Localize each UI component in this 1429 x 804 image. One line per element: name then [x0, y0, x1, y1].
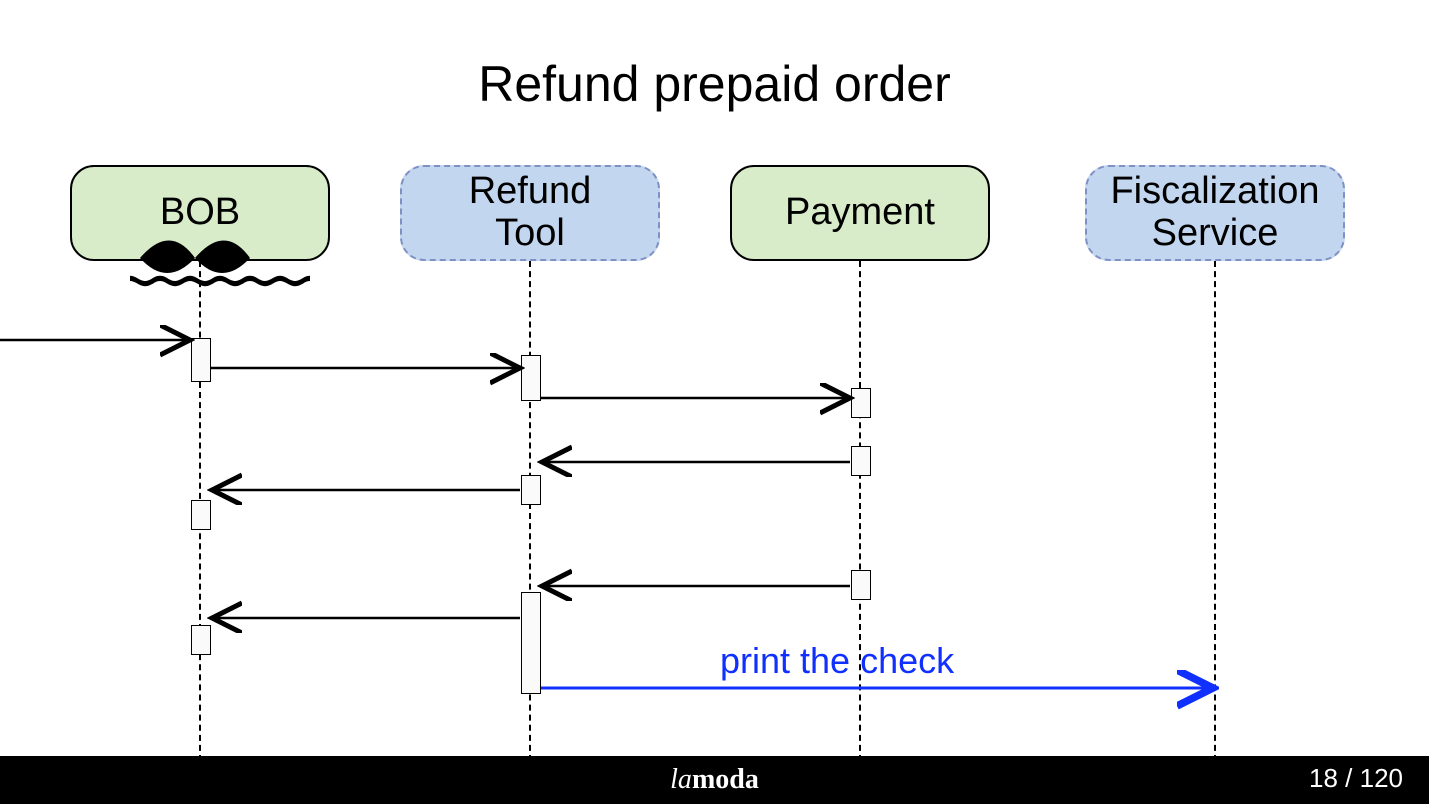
participant-refund-tool-label: Refund Tool: [469, 171, 592, 255]
slide-title: Refund prepaid order: [0, 55, 1429, 113]
brand-logo: lamoda: [670, 764, 759, 796]
participant-fiscalization: Fiscalization Service: [1085, 165, 1345, 261]
activation-bob-3: [191, 625, 211, 655]
activation-refund-3: [521, 592, 541, 694]
activation-payment-2: [851, 446, 871, 476]
lifeline-fiscalization: [1214, 261, 1216, 761]
participant-payment: Payment: [730, 165, 990, 261]
participant-payment-label: Payment: [785, 192, 935, 234]
participant-bob: BOB: [70, 165, 330, 261]
activation-bob-1: [191, 338, 211, 382]
activation-payment-1: [851, 388, 871, 418]
activation-refund-1: [521, 355, 541, 401]
brand-la: la: [670, 764, 692, 795]
activation-bob-2: [191, 500, 211, 530]
activation-payment-3: [851, 570, 871, 600]
message-label-print-check: print the check: [720, 640, 954, 682]
activation-refund-2: [521, 475, 541, 505]
participant-refund-tool: Refund Tool: [400, 165, 660, 261]
lifeline-payment: [859, 261, 861, 761]
page-number: 18 / 120: [1309, 763, 1403, 794]
slide-footer: lamoda: [0, 756, 1429, 804]
participant-bob-label: BOB: [160, 192, 240, 234]
participant-fiscalization-label: Fiscalization Service: [1110, 171, 1319, 255]
brand-moda: moda: [692, 764, 759, 795]
